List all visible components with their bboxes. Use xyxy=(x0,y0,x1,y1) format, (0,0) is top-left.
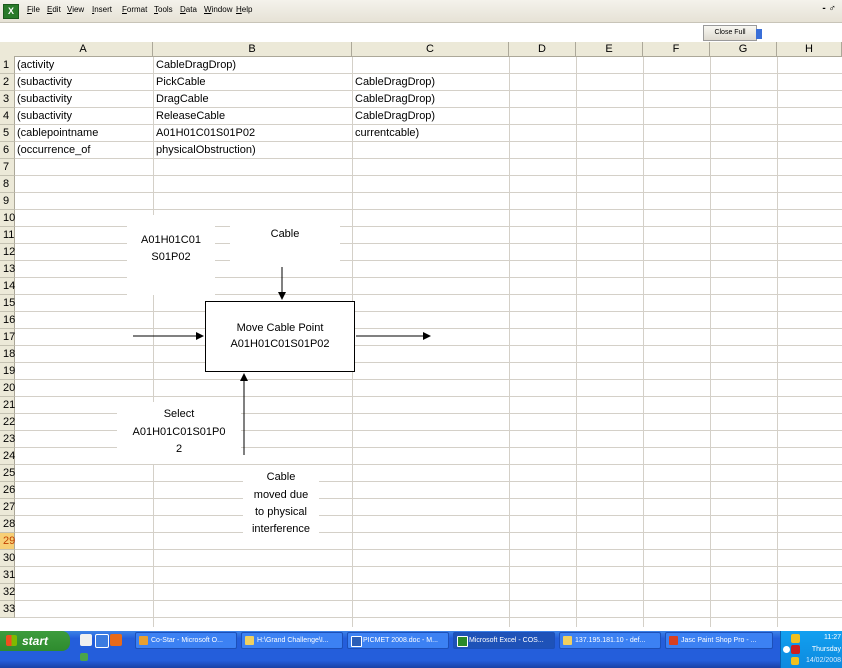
show-desktop-icon[interactable] xyxy=(80,634,92,646)
task-remote[interactable]: 137.195.181.10 - def... xyxy=(559,632,661,649)
folder-icon xyxy=(245,636,254,645)
task-grand-challenge[interactable]: H:\Grand Challenge\I... xyxy=(241,632,343,649)
folder-icon xyxy=(563,636,572,645)
media-player-icon[interactable] xyxy=(110,634,122,646)
task-label: Jasc Paint Shop Pro - ... xyxy=(681,637,757,644)
diagram-arrows xyxy=(133,267,431,455)
excel-task-icon xyxy=(457,636,468,647)
tray-app-icon[interactable] xyxy=(791,634,800,643)
windows-logo-icon xyxy=(6,635,17,646)
tray-network-icon[interactable] xyxy=(791,657,799,665)
internet-explorer-icon[interactable] xyxy=(95,634,109,648)
taskbar: start Co-Star - Microsoft O... H:\Grand … xyxy=(0,631,842,668)
task-picmet-doc[interactable]: PICMET 2008.doc - M... xyxy=(347,632,449,649)
tray-clock[interactable]: 11:27 xyxy=(824,634,841,641)
paint-shop-icon xyxy=(669,636,678,645)
tray-day: Thursday xyxy=(811,646,841,653)
task-label: Co-Star - Microsoft O... xyxy=(151,637,223,644)
system-tray: 11:27 Thursday 14/02/2008 xyxy=(780,631,842,668)
task-label: PICMET 2008.doc - M... xyxy=(363,637,438,644)
task-label: Microsoft Excel - COS... xyxy=(469,637,544,644)
start-button[interactable]: start xyxy=(0,631,70,651)
task-label: H:\Grand Challenge\I... xyxy=(257,637,329,644)
word-icon xyxy=(351,636,362,647)
tray-date: 14/02/2008 xyxy=(805,657,841,664)
task-co-star[interactable]: Co-Star - Microsoft O... xyxy=(135,632,237,649)
tray-alert-icon[interactable] xyxy=(791,645,800,654)
task-excel[interactable]: Microsoft Excel - COS... xyxy=(453,632,555,649)
task-label: 137.195.181.10 - def... xyxy=(575,637,646,644)
quick-launch-extra-icon[interactable] xyxy=(80,653,88,661)
task-paint-shop[interactable]: Jasc Paint Shop Pro - ... xyxy=(665,632,773,649)
outlook-icon xyxy=(139,636,148,645)
start-label: start xyxy=(22,634,49,648)
tray-expand-icon[interactable] xyxy=(783,646,790,653)
